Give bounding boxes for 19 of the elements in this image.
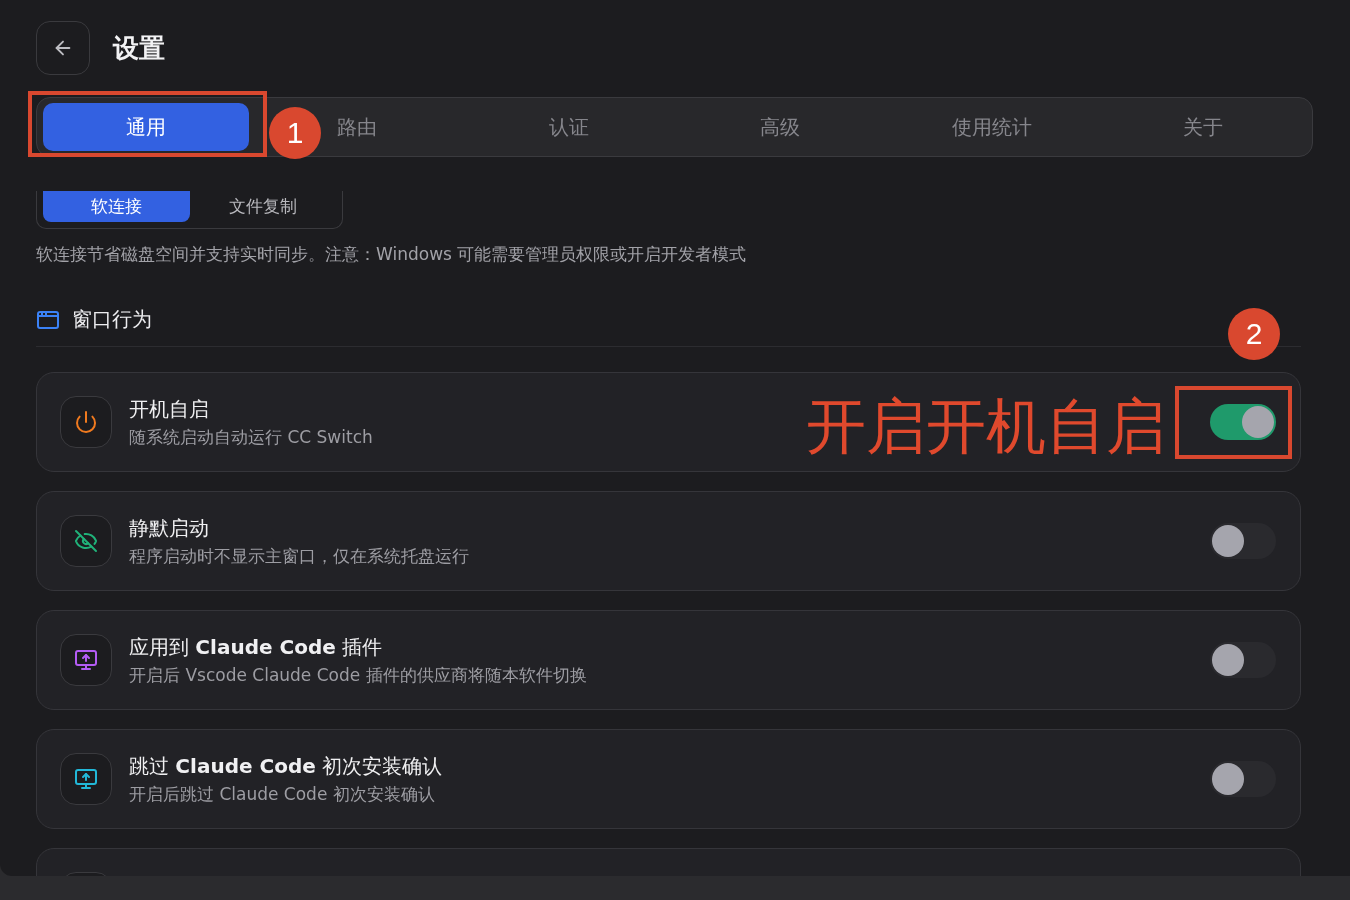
setting-title: 应用到 Claude Code 插件	[129, 633, 384, 661]
section-title: 窗口行为	[72, 306, 152, 333]
setting-description: 开启后 Vscode Claude Code 插件的供应商将随本软件切换	[129, 663, 588, 687]
link-mode-option[interactable]: 软连接	[43, 191, 190, 222]
setting-title: 开机自启	[129, 395, 210, 423]
page-title: 设置	[113, 31, 165, 65]
tab[interactable]: 关于	[1100, 103, 1306, 151]
tab[interactable]: 高级	[677, 103, 883, 151]
setting-title: 静默启动	[129, 514, 210, 542]
tab[interactable]: 使用统计	[889, 103, 1095, 151]
link-mode-option[interactable]: 文件复制	[189, 191, 336, 222]
setting-description: 开启后跳过 Claude Code 初次安装确认	[129, 782, 436, 806]
callout-text: 开启开机自启	[806, 396, 1166, 456]
tab[interactable]: 通用	[43, 103, 249, 151]
setting-description: 程序启动时不显示主窗口，仅在系统托盘运行	[129, 544, 470, 568]
tab[interactable]: 认证	[466, 103, 672, 151]
setting-title: 跳过 Claude Code 初次安装确认	[129, 752, 444, 780]
link-mode-note: 软连接节省磁盘空间并支持实时同步。注意：Windows 可能需要管理员权限或开启开发者模式	[36, 243, 748, 266]
setting-description: 随系统启动自动运行 CC Switch	[129, 425, 374, 449]
